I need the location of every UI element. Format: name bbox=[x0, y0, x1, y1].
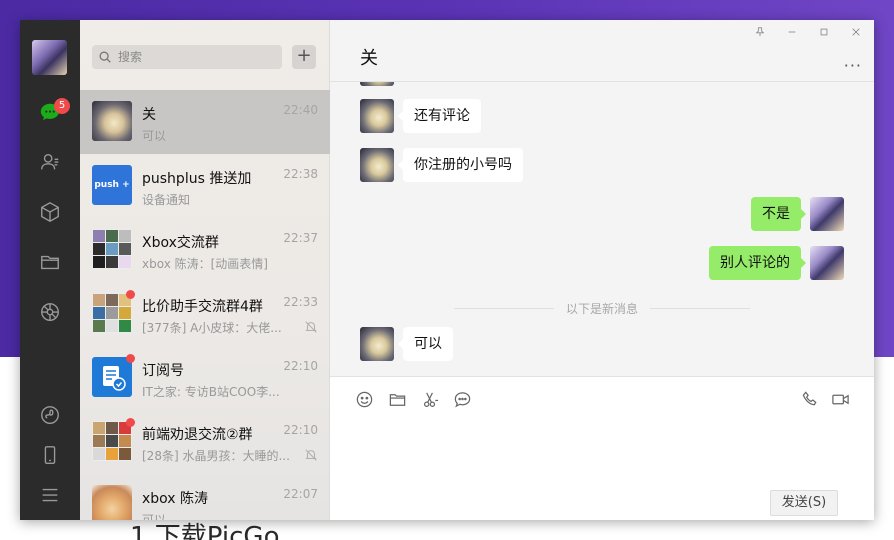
emoji-icon[interactable] bbox=[354, 389, 374, 409]
voice-call-icon[interactable] bbox=[800, 389, 820, 409]
conversation-time: 22:38 bbox=[283, 167, 318, 181]
phone-icon[interactable] bbox=[38, 443, 62, 467]
nav-sidebar: 5 bbox=[20, 20, 80, 520]
group-avatar bbox=[92, 293, 132, 333]
message-row: 你注册的小号吗 bbox=[330, 148, 874, 188]
mute-bell-icon bbox=[304, 320, 318, 334]
folder-icon[interactable] bbox=[387, 389, 407, 409]
message-area[interactable]: 还有评论 你注册的小号吗 不是 别人评论的 以下是新消息 可以 bbox=[330, 82, 874, 376]
chat-title: 关 bbox=[360, 48, 378, 69]
maximize-icon[interactable] bbox=[814, 26, 834, 42]
conversation-name: 订阅号 bbox=[142, 363, 184, 379]
conversation-time: 22:37 bbox=[283, 231, 318, 245]
conversation-preview: 设备通知 bbox=[142, 193, 191, 207]
conversation-name: pushplus 推送加 bbox=[142, 171, 252, 187]
chat-header: 关 ··· bbox=[330, 20, 874, 82]
conversation-time: 22:10 bbox=[283, 423, 318, 437]
unread-dot bbox=[126, 290, 135, 299]
avatar[interactable] bbox=[360, 327, 394, 361]
conversation-preview: IT之家: 专访B站COO李... bbox=[142, 385, 280, 399]
message-bubble[interactable]: 不是 bbox=[751, 197, 806, 231]
more-options-button[interactable]: ··· bbox=[844, 56, 862, 75]
message-bubble[interactable]: 你注册的小号吗 bbox=[398, 148, 523, 182]
miniprogram-icon[interactable] bbox=[38, 403, 62, 427]
avatar bbox=[92, 101, 132, 141]
conversation-item[interactable]: xbox 陈涛 22:07 可以 bbox=[80, 474, 330, 520]
avatar bbox=[360, 82, 394, 86]
new-messages-divider: 以下是新消息 bbox=[330, 300, 874, 316]
my-avatar[interactable] bbox=[32, 40, 67, 75]
send-button[interactable]: 发送(S) bbox=[770, 490, 838, 516]
favorites-icon[interactable] bbox=[38, 200, 62, 224]
conversation-name: 比价助手交流群4群 bbox=[142, 299, 263, 315]
message-row: 不是 bbox=[330, 197, 874, 237]
conversation-name: xbox 陈涛 bbox=[142, 491, 209, 507]
conversation-name: 前端劝退交流②群 bbox=[142, 427, 253, 443]
avatar[interactable] bbox=[810, 246, 844, 280]
search-icon bbox=[98, 50, 112, 64]
subscription-avatar bbox=[92, 357, 132, 397]
files-icon[interactable] bbox=[38, 250, 62, 274]
conversation-item[interactable]: 订阅号 22:10 IT之家: 专访B站COO李... bbox=[80, 346, 330, 410]
unread-dot bbox=[126, 354, 135, 363]
conversation-time: 22:07 bbox=[283, 487, 318, 501]
chat-badge: 5 bbox=[54, 98, 70, 114]
contacts-icon[interactable] bbox=[38, 150, 62, 174]
conversation-item[interactable]: Xbox交流群 22:37 xbox 陈涛：[动画表情] bbox=[80, 218, 330, 282]
conversation-name: Xbox交流群 bbox=[142, 235, 219, 251]
conversation-item[interactable]: push + pushplus 推送加 22:38 设备通知 bbox=[80, 154, 330, 218]
chat-pane: 关 ··· 还有评论 你注册的小号吗 不是 别人评论的 以下是新消息 可以 发送… bbox=[330, 20, 874, 520]
conversation-name: 关 bbox=[142, 107, 156, 123]
group-avatar bbox=[92, 421, 132, 461]
add-button[interactable]: + bbox=[292, 45, 316, 69]
group-avatar bbox=[92, 229, 132, 269]
conversation-item[interactable]: 比价助手交流群4群 22:33 [377条] A小皮球：大佬... bbox=[80, 282, 330, 346]
conversation-preview: 可以 bbox=[142, 129, 167, 143]
conversation-time: 22:10 bbox=[283, 359, 318, 373]
conversation-item[interactable]: 关 22:40 可以 bbox=[80, 90, 330, 154]
conversation-item[interactable]: 前端劝退交流②群 22:10 [28条] 水晶男孩：大睡的... bbox=[80, 410, 330, 474]
search-box[interactable] bbox=[92, 45, 282, 69]
message-input-area[interactable]: 发送(S) bbox=[330, 376, 874, 520]
screenshot-scissors-icon[interactable] bbox=[420, 389, 440, 409]
conversation-preview: xbox 陈涛：[动画表情] bbox=[142, 257, 268, 271]
avatar[interactable] bbox=[360, 148, 394, 182]
conversation-preview: 可以 bbox=[142, 513, 167, 520]
search-input[interactable] bbox=[118, 50, 268, 64]
avatar bbox=[92, 485, 132, 520]
message-bubble[interactable]: 别人评论的 bbox=[709, 246, 806, 280]
message-bubble[interactable]: 可以 bbox=[398, 327, 453, 361]
avatar: push + bbox=[92, 165, 132, 205]
background-heading: 1 下载PicGo bbox=[130, 522, 280, 540]
message-row: 还有评论 bbox=[330, 99, 874, 139]
conversation-preview: [28条] 水晶男孩：大睡的... bbox=[142, 449, 290, 463]
wechat-window: 5 + bbox=[20, 20, 874, 520]
chat-history-icon[interactable] bbox=[452, 389, 472, 409]
minimize-icon[interactable] bbox=[782, 26, 802, 42]
mute-bell-icon bbox=[304, 448, 318, 462]
message-row: 可以 bbox=[330, 327, 874, 367]
avatar[interactable] bbox=[360, 99, 394, 133]
conversation-time: 22:40 bbox=[283, 103, 318, 117]
conversation-list: + 关 22:40 可以 push + pushplus 推送加 22:38 设… bbox=[80, 20, 330, 520]
conversation-time: 22:33 bbox=[283, 295, 318, 309]
message-row: 别人评论的 bbox=[330, 246, 874, 286]
message-bubble[interactable]: 还有评论 bbox=[398, 99, 481, 133]
close-icon[interactable] bbox=[846, 26, 866, 42]
pin-icon[interactable] bbox=[750, 26, 770, 42]
avatar[interactable] bbox=[810, 197, 844, 231]
unread-dot bbox=[126, 418, 135, 427]
video-call-icon[interactable] bbox=[830, 389, 850, 409]
menu-icon[interactable] bbox=[38, 483, 62, 507]
moments-icon[interactable] bbox=[38, 300, 62, 324]
conversation-preview: [377条] A小皮球：大佬... bbox=[142, 321, 282, 335]
